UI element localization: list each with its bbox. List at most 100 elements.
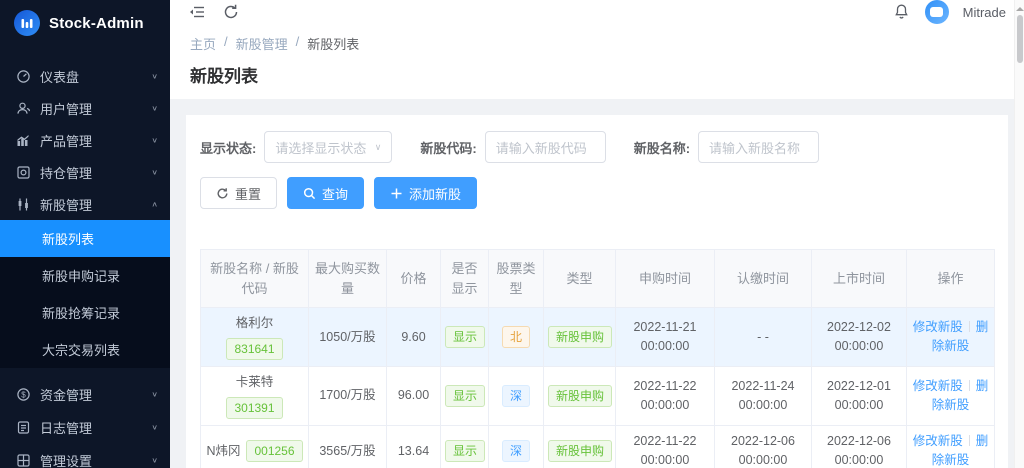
listing-time: 2022-12-06 00:00:00: [812, 425, 907, 468]
avatar[interactable]: [925, 0, 949, 24]
stock-code-badge: 001256: [246, 440, 302, 462]
market-badge: 北: [502, 326, 530, 348]
sidebar-subitem-block-trades[interactable]: 大宗交易列表: [0, 331, 170, 368]
status-select[interactable]: 请选择显示状态 ∨: [264, 131, 392, 163]
table-row[interactable]: 卡莱特 301391 1700/万股 96.00 显示 深 新股申购 2022-…: [201, 366, 995, 425]
payment-time: - -: [715, 308, 812, 367]
settings-icon: [16, 453, 31, 468]
col-price: 价格: [387, 250, 441, 308]
app-logo[interactable]: Stock-Admin: [0, 0, 170, 46]
filter-code: 新股代码: 请输入新股代码: [420, 131, 605, 163]
type-badge: 新股申购: [548, 326, 612, 348]
chevron-down-icon: ∨: [151, 136, 158, 145]
page-title: 新股列表: [190, 62, 1004, 87]
plus-icon: [390, 187, 403, 200]
sidebar-subitem-new-stock-list[interactable]: 新股列表: [0, 220, 170, 257]
sidebar-item-dashboard[interactable]: 仪表盘 ∨: [0, 60, 170, 92]
app-window: Stock-Admin 仪表盘 ∨ 用户管理 ∨ 产品管理 ∨ 持仓管理 ∨ 新…: [0, 0, 1024, 468]
table-header-row: 新股名称 / 新股代码 最大购买数量 价格 是否显示 股票类型 类型 申购时间 …: [201, 250, 995, 308]
name-input[interactable]: 请输入新股名称: [698, 131, 819, 163]
type-badge: 新股申购: [548, 440, 612, 462]
stock-name: 卡莱特: [205, 373, 304, 392]
listing-time: 2022-12-01 00:00:00: [812, 366, 907, 425]
subscribe-time: 2022-11-21 00:00:00: [616, 308, 715, 367]
breadcrumb-current: 新股列表: [307, 34, 359, 53]
breadcrumb: 主页 / 新股管理 / 新股列表: [190, 34, 1004, 53]
sidebar-submenu: 新股列表 新股申购记录 新股抢筹记录 大宗交易列表: [0, 220, 170, 368]
breadcrumb-new-stock-mgmt[interactable]: 新股管理: [236, 34, 288, 53]
sidebar-item-users[interactable]: 用户管理 ∨: [0, 92, 170, 124]
table-row[interactable]: N炜冈 001256 3565/万股 13.64 显示 深 新股申购 2022-…: [201, 425, 995, 468]
topbar: Mitrade: [170, 0, 1024, 24]
refresh-icon[interactable]: [222, 3, 240, 21]
visible-badge: 显示: [445, 385, 485, 407]
price: 9.60: [387, 308, 441, 367]
sidebar-item-funds[interactable]: $ 资金管理 ∨: [0, 378, 170, 411]
filter-name: 新股名称: 请输入新股名称: [634, 131, 819, 163]
sidebar-item-positions[interactable]: 持仓管理 ∨: [0, 156, 170, 188]
candlestick-icon: [16, 197, 31, 212]
code-label: 新股代码:: [420, 138, 476, 157]
chat-logo-icon: [930, 7, 943, 17]
listing-time: 2022-12-02 00:00:00: [812, 308, 907, 367]
stock-name: 格利尔: [205, 314, 304, 333]
vertical-scrollbar[interactable]: [1014, 0, 1024, 468]
money-icon: $: [16, 387, 31, 402]
sidebar-item-admin-settings[interactable]: 管理设置 ∨: [0, 444, 170, 468]
svg-text:$: $: [21, 390, 26, 399]
subitem-label: 大宗交易列表: [42, 340, 120, 359]
divider: [969, 435, 970, 446]
col-max-buy: 最大购买数量: [309, 250, 387, 308]
sidebar-item-label: 持仓管理: [40, 163, 151, 182]
add-label: 添加新股: [409, 184, 461, 203]
sidebar-item-label: 产品管理: [40, 131, 151, 150]
col-listing-time: 上市时间: [812, 250, 907, 308]
add-new-stock-button[interactable]: 添加新股: [374, 177, 477, 209]
chevron-down-icon: ∨: [151, 390, 158, 399]
divider: [969, 380, 970, 391]
log-icon: [16, 420, 31, 435]
subitem-label: 新股申购记录: [42, 266, 120, 285]
sidebar-item-label: 仪表盘: [40, 67, 151, 86]
sidebar-subitem-subscription-records[interactable]: 新股申购记录: [0, 257, 170, 294]
edit-stock-link[interactable]: 修改新股: [913, 320, 963, 334]
sidebar-item-products[interactable]: 产品管理 ∨: [0, 124, 170, 156]
breadcrumb-home[interactable]: 主页: [190, 34, 216, 53]
visible-badge: 显示: [445, 440, 485, 462]
edit-stock-link[interactable]: 修改新股: [913, 434, 963, 448]
sidebar-subitem-rush-records[interactable]: 新股抢筹记录: [0, 294, 170, 331]
payment-time: 2022-11-24 00:00:00: [715, 366, 812, 425]
main-area: Mitrade 主页 / 新股管理 / 新股列表 新股列表 显示状态: 请选择显…: [170, 0, 1024, 468]
logo-icon: [14, 10, 40, 36]
table-row[interactable]: 格利尔 831641 1050/万股 9.60 显示 北 新股申购 2022-1…: [201, 308, 995, 367]
stock-name: N炜冈: [206, 442, 240, 461]
stock-code-badge: 831641: [226, 338, 282, 360]
code-input[interactable]: 请输入新股代码: [485, 131, 606, 163]
max-buy: 3565/万股: [309, 425, 387, 468]
chevron-down-icon: ∨: [151, 423, 158, 432]
subitem-label: 新股抢筹记录: [42, 303, 120, 322]
max-buy: 1700/万股: [309, 366, 387, 425]
scroll-up-arrow-icon[interactable]: [1016, 3, 1024, 11]
sidebar-item-label: 日志管理: [40, 418, 151, 437]
user-icon: [16, 101, 31, 116]
reset-button[interactable]: 重置: [200, 177, 277, 209]
search-icon: [303, 187, 316, 200]
search-button[interactable]: 查询: [287, 177, 364, 209]
new-stock-table: 新股名称 / 新股代码 最大购买数量 价格 是否显示 股票类型 类型 申购时间 …: [200, 249, 995, 468]
app-title: Stock-Admin: [49, 15, 144, 32]
collapse-sidebar-icon[interactable]: [188, 3, 206, 21]
chevron-down-icon: ∨: [151, 72, 158, 81]
bell-icon[interactable]: [893, 3, 911, 21]
subscribe-time: 2022-11-22 00:00:00: [616, 366, 715, 425]
max-buy: 1050/万股: [309, 308, 387, 367]
sidebar-item-label: 管理设置: [40, 451, 151, 468]
scrollbar-thumb[interactable]: [1017, 15, 1023, 63]
status-label: 显示状态:: [200, 138, 256, 157]
col-payment-time: 认缴时间: [715, 250, 812, 308]
sidebar-item-new-stocks[interactable]: 新股管理 ∧: [0, 188, 170, 220]
edit-stock-link[interactable]: 修改新股: [913, 379, 963, 393]
col-operations: 操作: [907, 250, 995, 308]
sidebar-item-logs[interactable]: 日志管理 ∨: [0, 411, 170, 444]
chevron-up-icon: ∧: [151, 200, 158, 209]
